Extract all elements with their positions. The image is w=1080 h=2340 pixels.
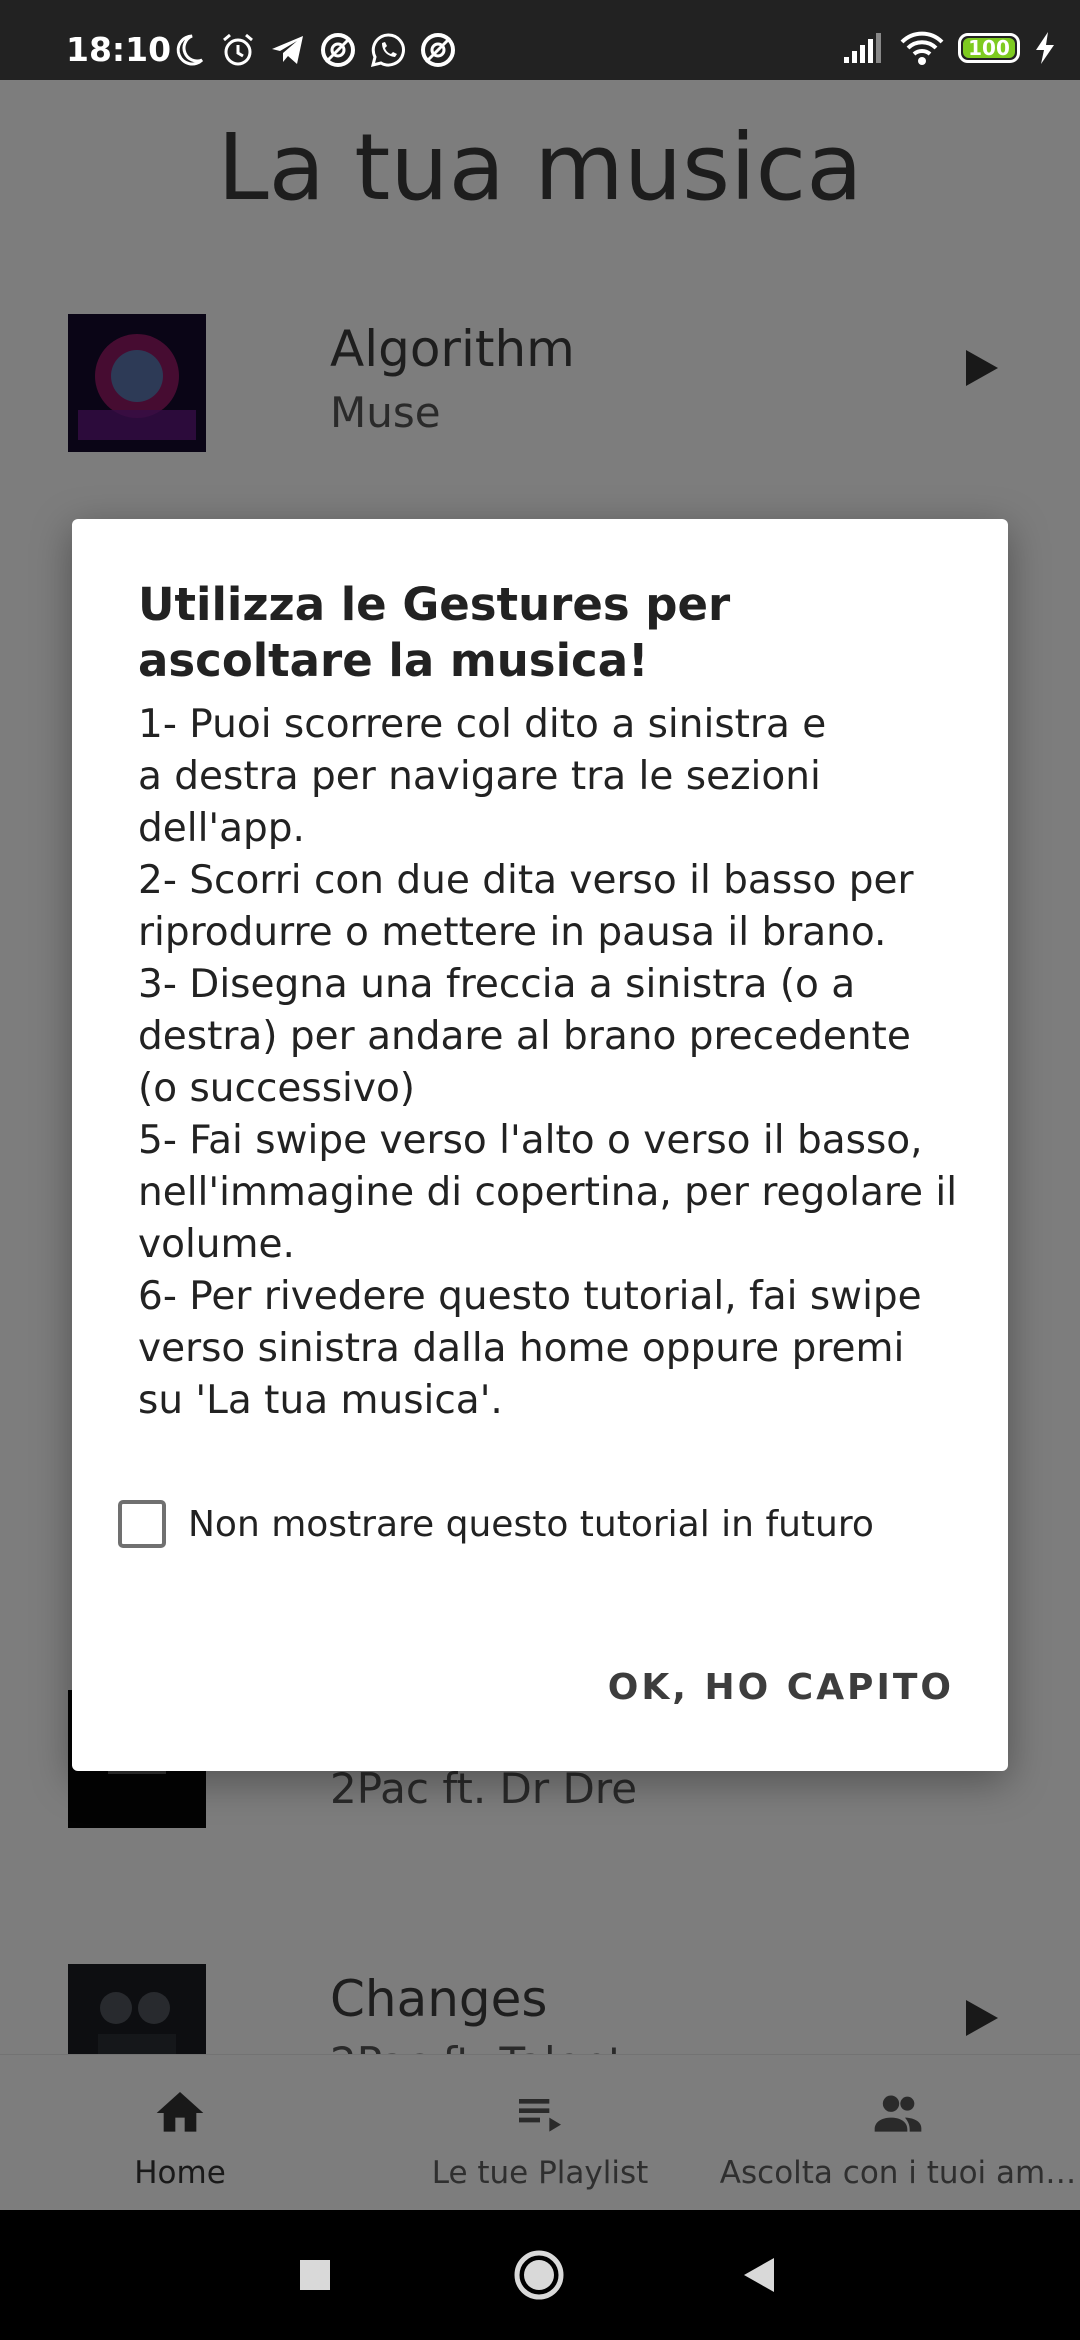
- charging-bolt-icon: [1036, 32, 1054, 64]
- home-button[interactable]: [512, 2248, 566, 2302]
- battery-icon: 100: [958, 33, 1020, 63]
- signal-icon: [844, 33, 881, 63]
- recents-button[interactable]: [298, 2258, 332, 2292]
- dialog-body: 1- Puoi scorrere col dito a sinistra e a…: [138, 699, 968, 1427]
- moon-icon: [176, 34, 204, 66]
- at-sign-icon: [421, 33, 455, 67]
- notification-icons: [168, 30, 458, 70]
- alarm-icon: [223, 33, 253, 66]
- system-navigation-bar: [0, 2210, 1080, 2340]
- status-bar: 18:10 100: [0, 0, 1080, 80]
- dialog-title: Utilizza le Gestures per ascoltare la mu…: [138, 578, 731, 687]
- instruction-text: 1- Puoi scorrere col dito a sinistra e a…: [138, 702, 827, 851]
- whatsapp-icon: [370, 33, 405, 68]
- tutorial-dialog: Utilizza le Gestures per ascoltare la mu…: [72, 519, 1008, 1771]
- instruction-text: 6- Per rivedere questo tutorial, fai swi…: [138, 1274, 922, 1423]
- checkbox-label[interactable]: Non mostrare questo tutorial in futuro: [188, 1504, 874, 1545]
- wifi-icon: [900, 31, 944, 65]
- telegram-icon: [272, 36, 303, 64]
- status-time: 18:10: [66, 30, 172, 69]
- at-sign-icon: [321, 33, 355, 67]
- dont-show-again-checkbox[interactable]: [118, 1500, 166, 1548]
- system-status-icons: 100: [842, 30, 1056, 66]
- instruction-text: 5- Fai swipe verso l'alto o verso il bas…: [138, 1118, 958, 1267]
- instruction-text: 3- Disegna una freccia a sinistra (o a d…: [138, 962, 911, 1111]
- instruction-text: 2- Scorri con due dita verso il basso pe…: [138, 858, 914, 955]
- battery-level: 100: [968, 36, 1010, 60]
- ok-button[interactable]: OK, HO CAPITO: [608, 1667, 954, 1708]
- dont-show-again-option[interactable]: Non mostrare questo tutorial in futuro: [118, 1497, 874, 1551]
- back-button[interactable]: [742, 2256, 776, 2294]
